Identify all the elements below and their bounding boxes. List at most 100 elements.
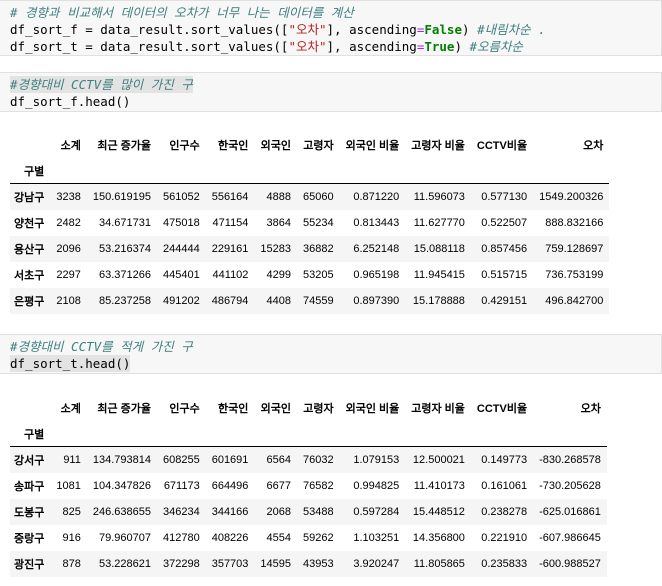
table-cell: 15.178888 [412,295,465,307]
table-cell: 608255 [162,454,200,466]
table-cell: 0.238278 [481,506,528,518]
table-cell: 878 [62,558,81,570]
table-cell: 0.515715 [481,269,528,281]
table-cell: -600.988527 [539,558,601,570]
column-header: 오차 [583,140,604,152]
table-cell: 916 [62,532,81,544]
table-cell: 6.252148 [353,243,400,255]
table-cell: 65060 [303,191,334,203]
table-cell: 0.235833 [481,558,528,570]
table-cell: 15.448512 [412,506,465,518]
table-cell: 491202 [162,295,200,307]
index-name: 구별 [10,422,51,447]
table-cell: 2068 [266,506,292,518]
index-row-blank [297,422,340,447]
table-cell: 486794 [211,295,249,307]
table-cell: 344166 [211,506,249,518]
table-cell: 3864 [266,217,292,229]
column-header: 한국인 [218,403,249,415]
code-comment: #경향대비 CCTV를 많이 가진 구 [10,76,193,93]
column-header: 한국인 [218,140,249,152]
column-header: 오차 [580,403,601,415]
code-cell-head-asc[interactable]: #경향대비 CCTV를 적게 가진 구 df_sort_t.head() [0,334,662,374]
table-cell: 759.128697 [545,243,604,255]
table-cell: 53.228621 [98,558,151,570]
table-row: 강서구 911 134.793814 608255 601691 6564 76032 1.0… [10,446,607,473]
table-row: 은평구 2108 85.237258 491202 486794 4408 74559 0.8… [10,288,610,314]
table-cell: 53.216374 [98,243,151,255]
column-header: 소계 [60,140,81,152]
table-cell: 0.994825 [353,480,400,492]
table-cell: 0.871220 [353,191,400,203]
table-cell: 244444 [162,243,200,255]
row-index: 서초구 [14,270,45,282]
table-cell: 408226 [211,532,249,544]
table-cell: 76582 [303,480,334,492]
table-row: 서초구 2297 63.371266 445401 441102 4299 53205 0.9… [10,262,609,288]
table-cell: 664496 [211,480,249,492]
table-cell: 53488 [303,506,334,518]
table-cell: 59262 [303,532,334,544]
column-header: CCTV비율 [476,403,528,415]
table-cell: 11.410173 [413,480,465,492]
table-cell: 2297 [56,269,81,281]
table-row: 광진구 878 53.228621 372298 357703 14595 43953 3.9… [10,551,607,577]
table-cell: 736.753199 [545,269,604,281]
table-cell: 246.638655 [92,506,151,518]
row-index: 은평구 [14,296,45,308]
table-cell: 150.619195 [92,191,151,203]
table-cell: 0.965198 [353,269,400,281]
code-cell-sort[interactable]: # 경향과 비교해서 데이터의 오차가 너무 나는 데이터를 계산 df_sor… [0,0,662,56]
column-header: CCTV비율 [476,140,528,152]
table-row: 도봉구 825 246.638655 346234 344166 2068 53488 0.5… [10,499,607,525]
index-row-blank [86,422,157,447]
table-cell: -625.016861 [539,506,601,518]
table-cell: 6677 [266,480,292,492]
table-cell: 3238 [56,191,81,203]
index-row-blank [405,422,471,447]
table-cell: 36882 [303,243,334,255]
index-row-blank [205,159,255,184]
index-row-blank [205,422,255,447]
table-row: 송파구 1081 104.347826 671173 664496 6677 76582 0.… [10,473,607,499]
table-cell: 1081 [56,480,81,492]
table-cell: 0.597284 [353,506,400,518]
table-cell: 55234 [303,217,334,229]
table-cell: 0.813443 [353,217,400,229]
table-cell: 346234 [162,506,200,518]
table-cell: 12.500021 [412,454,465,466]
table-cell: 3.920247 [353,558,400,570]
table-cell: 11.627770 [413,217,465,229]
table-cell: 911 [63,454,81,466]
table-cell: 43953 [303,558,334,570]
code-line-sort-asc: df_sort_t = data_result.sort_values(["오차… [10,39,524,54]
index-row-blank [50,159,87,184]
table-row: 중랑구 916 79.960707 412780 408226 4554 59262 1.10… [10,525,607,551]
table-cell: 372298 [162,558,200,570]
row-index: 양천구 [14,218,45,230]
column-header: 고령자 [303,403,334,415]
column-header: 소계 [60,403,81,415]
column-header: 최근 증가율 [97,140,151,152]
table-cell: 1.103251 [353,532,400,544]
index-row-blank [254,422,298,447]
table-cell: 0.897390 [353,295,400,307]
row-index: 강남구 [14,192,45,204]
table-cell: 4299 [266,269,292,281]
code-line-head: df_sort_t.head() [10,355,131,372]
index-row-blank [470,159,534,184]
code-comment: # 경향과 비교해서 데이터의 오차가 너무 나는 데이터를 계산 [10,5,354,20]
index-row-blank [50,422,87,447]
index-row-blank [297,159,340,184]
table-index-row: 구별 [10,159,610,184]
column-header: 고령자 비율 [411,140,465,152]
column-header: 최근 증가율 [97,403,151,415]
table-cell: 2482 [56,217,81,229]
index-row-blank [339,422,406,447]
index-row-blank [156,159,206,184]
row-index: 용산구 [14,244,45,256]
table-cell: 4888 [266,191,292,203]
code-cell-head-desc[interactable]: #경향대비 CCTV를 많이 가진 구 df_sort_f.head() [0,72,662,112]
code-line-head: df_sort_f.head() [10,94,131,109]
table-cell: 229161 [211,243,249,255]
